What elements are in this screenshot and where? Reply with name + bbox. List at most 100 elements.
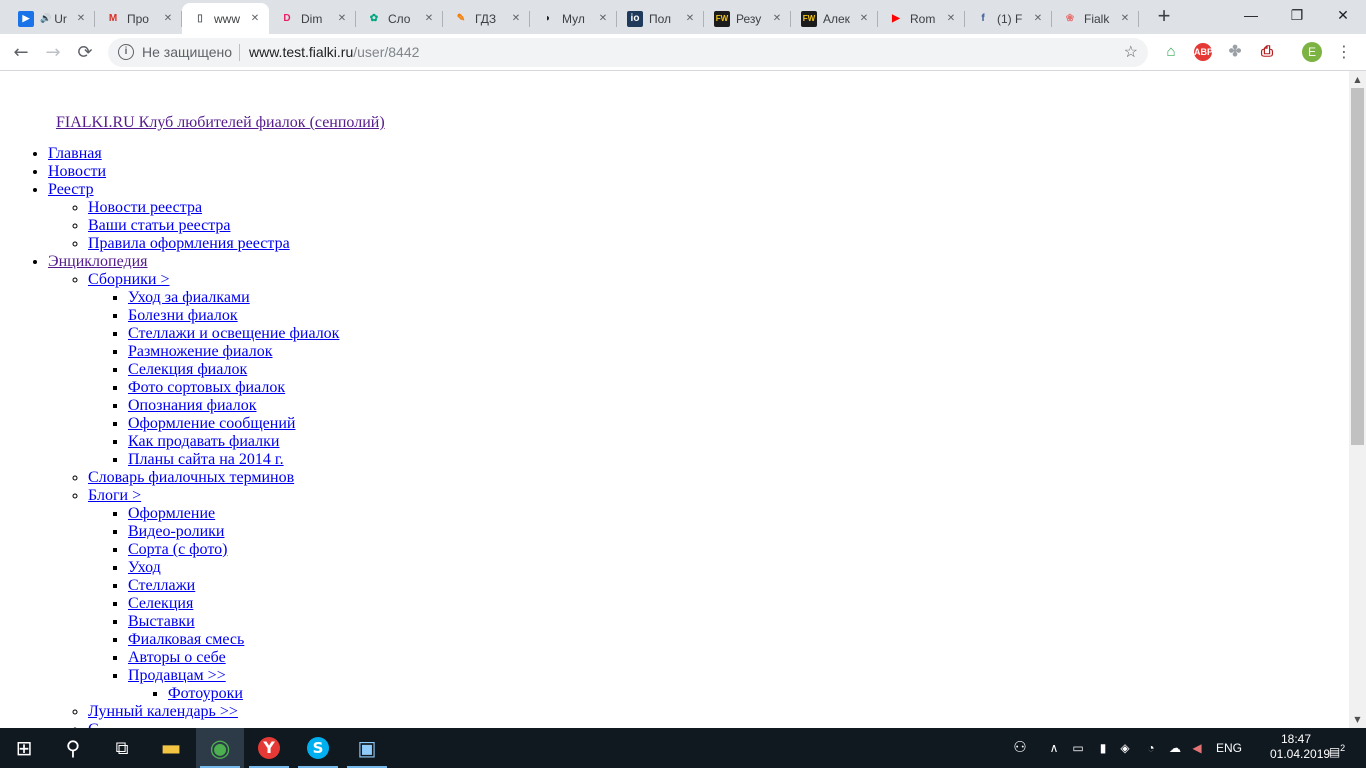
menu-link[interactable]: Главная: [48, 145, 102, 162]
back-button[interactable]: ←: [8, 40, 34, 66]
task-view-button[interactable]: ⧉: [98, 728, 146, 768]
tab-close-icon[interactable]: ✕: [334, 13, 350, 24]
site-title-link[interactable]: FIALKI.RU Клуб любителей фиалок (сенполи…: [56, 114, 385, 132]
tab[interactable]: ▶ 🔊 Ur ✕: [8, 3, 95, 34]
menu-link[interactable]: Фиалковая смесь: [128, 631, 244, 648]
tab[interactable]: ✎ ГДЗ ✕: [443, 3, 530, 34]
menu-link[interactable]: Фото сортовых фиалок: [128, 379, 285, 396]
menu-link[interactable]: Оформление: [128, 505, 215, 522]
people-icon[interactable]: ⚇: [1008, 728, 1032, 768]
menu-link[interactable]: Словарь фиалочных терминов: [88, 469, 294, 486]
tab-close-icon[interactable]: ✕: [421, 13, 437, 24]
file-explorer-button[interactable]: ▬: [147, 728, 195, 768]
tab-close-icon[interactable]: ✕: [1117, 13, 1133, 24]
scroll-up-arrow-icon[interactable]: ▲: [1349, 71, 1366, 88]
onedrive-icon[interactable]: ☁: [1164, 728, 1186, 768]
menu-link[interactable]: Размножение фиалок: [128, 343, 272, 360]
tab[interactable]: D Dim ✕: [269, 3, 356, 34]
menu-link[interactable]: Реестр: [48, 181, 94, 198]
url-text[interactable]: www.test.fialki.ru/user/8442: [249, 44, 419, 60]
tab[interactable]: ▶ Rom ✕: [878, 3, 965, 34]
menu-link[interactable]: Лунный календарь >>: [88, 703, 238, 720]
storage-icon[interactable]: ▭: [1070, 728, 1086, 768]
start-button[interactable]: ⊞: [0, 728, 48, 768]
tab-active[interactable]: ▯ www ✕: [182, 3, 269, 34]
address-bar[interactable]: i Не защищено www.test.fialki.ru/user/84…: [108, 38, 1148, 67]
tab[interactable]: FW Алек ✕: [791, 3, 878, 34]
home-ext-icon[interactable]: ⌂: [1162, 43, 1180, 61]
forward-button[interactable]: →: [40, 40, 66, 66]
reload-button[interactable]: ⟳: [72, 40, 98, 66]
tab-close-icon[interactable]: ✕: [247, 13, 263, 24]
tray-chevron-icon[interactable]: ∧: [1044, 728, 1064, 768]
network-icon[interactable]: ◈: [1116, 728, 1134, 768]
tab-close-icon[interactable]: ✕: [595, 13, 611, 24]
wifi-icon[interactable]: ◔: [1142, 728, 1160, 768]
clock[interactable]: 18:47 01.04.2019: [1270, 732, 1330, 762]
menu-link[interactable]: Уход: [128, 559, 161, 576]
menu-link[interactable]: С...: [88, 721, 111, 728]
profile-avatar[interactable]: E: [1302, 42, 1322, 62]
adblock-icon[interactable]: ABP: [1194, 43, 1213, 61]
maximize-button[interactable]: ❐: [1274, 0, 1320, 30]
browser-menu-icon[interactable]: ⋮: [1336, 42, 1352, 62]
tab-close-icon[interactable]: ✕: [856, 13, 872, 24]
tab-close-icon[interactable]: ✕: [943, 13, 959, 24]
tab[interactable]: f (1) F ✕: [965, 3, 1052, 34]
tab-close-icon[interactable]: ✕: [73, 13, 89, 24]
pdf-ext-icon[interactable]: ⎙: [1258, 43, 1276, 61]
tab-close-icon[interactable]: ✕: [508, 13, 524, 24]
menu-link[interactable]: Правила оформления реестра: [88, 235, 290, 252]
language-indicator[interactable]: ENG: [1212, 728, 1246, 768]
menu-link[interactable]: Селекция: [128, 595, 193, 612]
menu-link[interactable]: Фотоуроки: [168, 685, 243, 702]
menu-link[interactable]: Продавцам >>: [128, 667, 226, 684]
menu-link[interactable]: Энциклопедия: [48, 253, 148, 270]
menu-link[interactable]: Оформление сообщений: [128, 415, 295, 432]
menu-link[interactable]: Видео-ролики: [128, 523, 224, 540]
menu-link[interactable]: Селекция фиалок: [128, 361, 247, 378]
menu-link[interactable]: Ваши статьи реестра: [88, 217, 230, 234]
audio-playing-icon[interactable]: 🔊: [40, 13, 51, 24]
menu-link[interactable]: Сборники >: [88, 271, 170, 288]
minimize-button[interactable]: —: [1228, 0, 1274, 30]
tab[interactable]: io Пол ✕: [617, 3, 704, 34]
paw-ext-icon[interactable]: ✤: [1226, 43, 1244, 61]
bookmark-star-icon[interactable]: ☆: [1124, 42, 1138, 62]
info-icon[interactable]: i: [118, 44, 134, 60]
photo-app-button[interactable]: ▣: [343, 728, 391, 768]
menu-link[interactable]: Стеллажи: [128, 577, 195, 594]
menu-link[interactable]: Новости: [48, 163, 106, 180]
tab[interactable]: ❀ Fialk ✕: [1052, 3, 1139, 34]
menu-link[interactable]: Сорта (с фото): [128, 541, 227, 558]
scroll-thumb[interactable]: [1351, 88, 1364, 445]
menu-link[interactable]: Новости реестра: [88, 199, 202, 216]
yandex-button[interactable]: Y: [245, 728, 293, 768]
menu-link[interactable]: Стеллажи и освещение фиалок: [128, 325, 339, 342]
tab[interactable]: FW Резу ✕: [704, 3, 791, 34]
search-button[interactable]: ⚲: [49, 728, 97, 768]
menu-link[interactable]: Болезни фиалок: [128, 307, 238, 324]
volume-icon[interactable]: ◀: [1188, 728, 1206, 768]
menu-link[interactable]: Выставки: [128, 613, 195, 630]
scroll-down-arrow-icon[interactable]: ▼: [1349, 711, 1366, 728]
chrome-button[interactable]: ◉: [196, 728, 244, 768]
tab-close-icon[interactable]: ✕: [160, 13, 176, 24]
tab-close-icon[interactable]: ✕: [682, 13, 698, 24]
menu-link[interactable]: Как продавать фиалки: [128, 433, 280, 450]
tab[interactable]: ✿ Сло ✕: [356, 3, 443, 34]
tab-close-icon[interactable]: ✕: [1030, 13, 1046, 24]
menu-link[interactable]: Опознания фиалок: [128, 397, 257, 414]
tab[interactable]: ◗ Мул ✕: [530, 3, 617, 34]
menu-link[interactable]: Уход за фиалками: [128, 289, 250, 306]
skype-button[interactable]: S: [294, 728, 342, 768]
menu-link[interactable]: Планы сайта на 2014 г.: [128, 451, 284, 468]
tab[interactable]: M Про ✕: [95, 3, 182, 34]
tab-close-icon[interactable]: ✕: [769, 13, 785, 24]
battery-icon[interactable]: ▮: [1094, 728, 1112, 768]
menu-link[interactable]: Авторы о себе: [128, 649, 226, 666]
new-tab-button[interactable]: +: [1152, 5, 1176, 28]
menu-link[interactable]: Блоги >: [88, 487, 141, 504]
notifications-button[interactable]: ▤2: [1322, 728, 1352, 768]
close-window-button[interactable]: ✕: [1320, 0, 1366, 30]
